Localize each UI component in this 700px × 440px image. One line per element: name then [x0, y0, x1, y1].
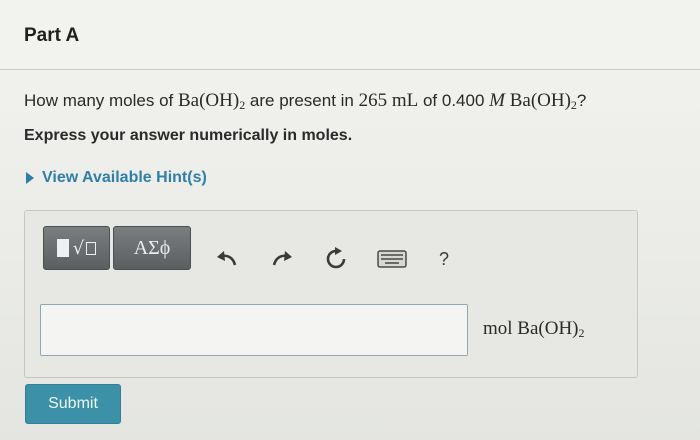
view-hints-link[interactable]: View Available Hint(s) [26, 169, 207, 187]
keyboard-button[interactable] [375, 245, 409, 273]
reset-button[interactable] [322, 245, 350, 273]
hint-label: View Available Hint(s) [42, 169, 207, 186]
question-text: How many moles of Ba(OH)2 are present in… [24, 90, 586, 113]
question-middle: are present in [245, 91, 359, 110]
compound-formula-2: Ba(OH)2 [509, 90, 577, 112]
reset-icon [326, 247, 346, 269]
undo-icon [217, 251, 237, 266]
templates-button[interactable]: √ [43, 226, 110, 270]
question-of: of [418, 91, 442, 110]
concentration-value: 0.400 [441, 91, 490, 110]
help-icon[interactable]: ? [430, 245, 458, 273]
answer-unit: mol Ba(OH)2 [483, 318, 585, 340]
submit-button[interactable]: Submit [25, 384, 121, 424]
instruction-text: Express your answer numerically in moles… [24, 127, 353, 144]
question-prefix: How many moles of [24, 91, 178, 110]
part-header: Part A [0, 0, 700, 70]
templates-icon: √ [56, 238, 97, 259]
molar-symbol: M [489, 90, 505, 111]
page: Part A How many moles of Ba(OH)2 are pre… [0, 0, 700, 440]
compound-formula: Ba(OH)2 [178, 90, 246, 112]
part-title: Part A [24, 25, 80, 46]
expand-arrow-icon [26, 172, 34, 184]
answer-input[interactable] [40, 304, 468, 356]
redo-button[interactable] [268, 245, 296, 273]
undo-button[interactable] [213, 245, 241, 273]
question-suffix: ? [576, 91, 587, 110]
redo-icon [272, 251, 292, 266]
volume-value: 265 mL [358, 90, 419, 111]
greek-symbols-button[interactable]: ΑΣϕ [113, 226, 191, 270]
keyboard-icon [377, 250, 407, 268]
